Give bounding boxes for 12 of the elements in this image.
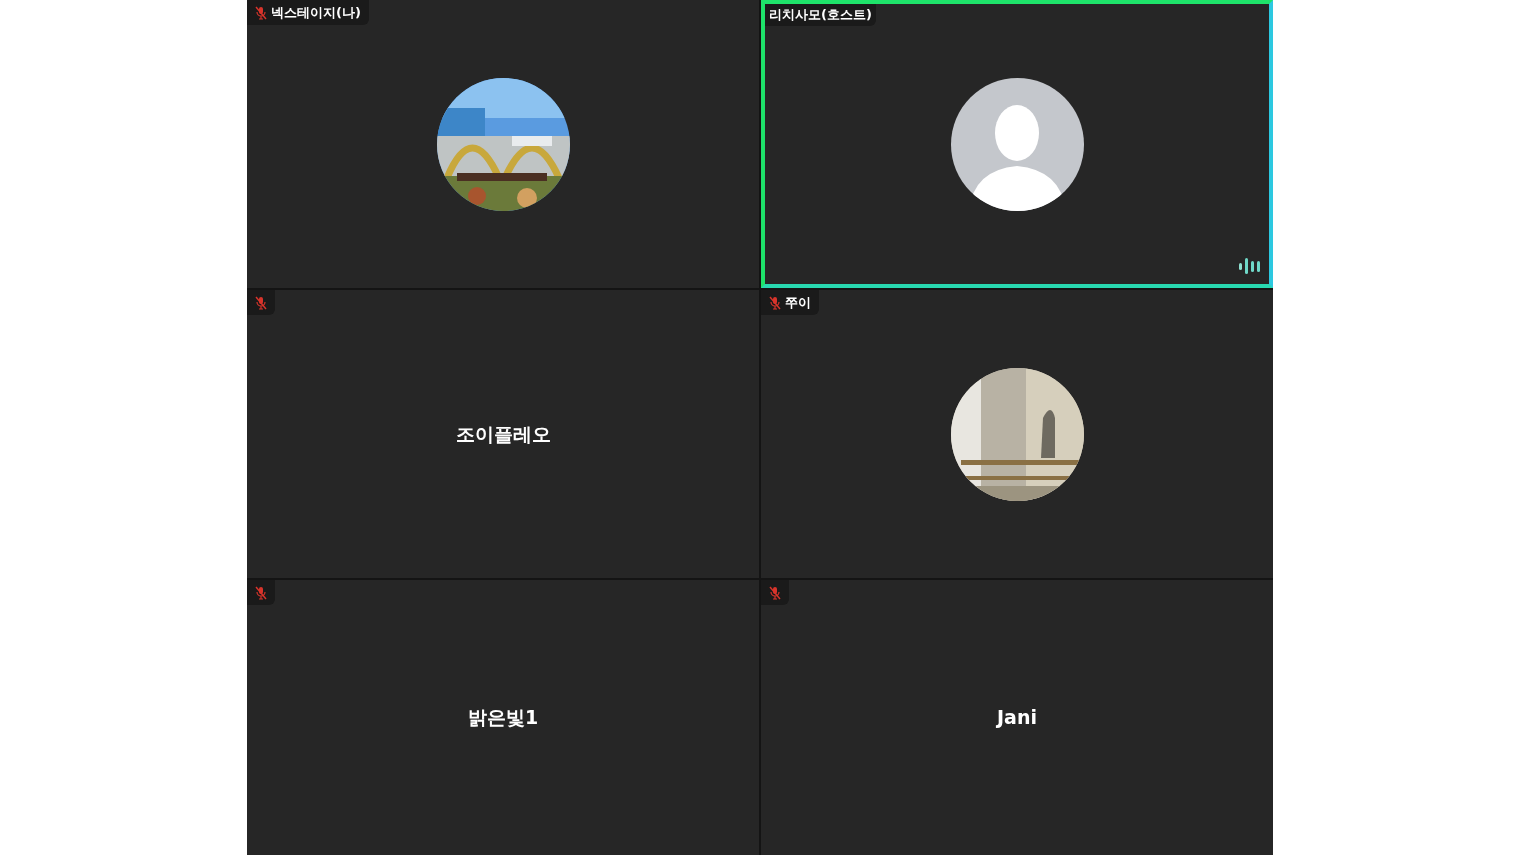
participant-name: 밝은빛1 [467, 705, 539, 731]
muted-microphone-icon [255, 585, 267, 600]
muted-microphone-icon [769, 585, 781, 600]
name-label: 넥스테이지(나) [271, 3, 361, 22]
muted-microphone-icon [769, 295, 781, 310]
muted-microphone-icon [255, 5, 267, 20]
participant-name: 조이플레오 [455, 421, 551, 447]
audio-level-icon [1239, 258, 1261, 274]
name-label: 리치사모(호스트) [769, 6, 872, 25]
muted-microphone-icon [255, 295, 267, 310]
participant-name: Jani [997, 705, 1037, 731]
name-label: 쭈이 [785, 293, 811, 312]
